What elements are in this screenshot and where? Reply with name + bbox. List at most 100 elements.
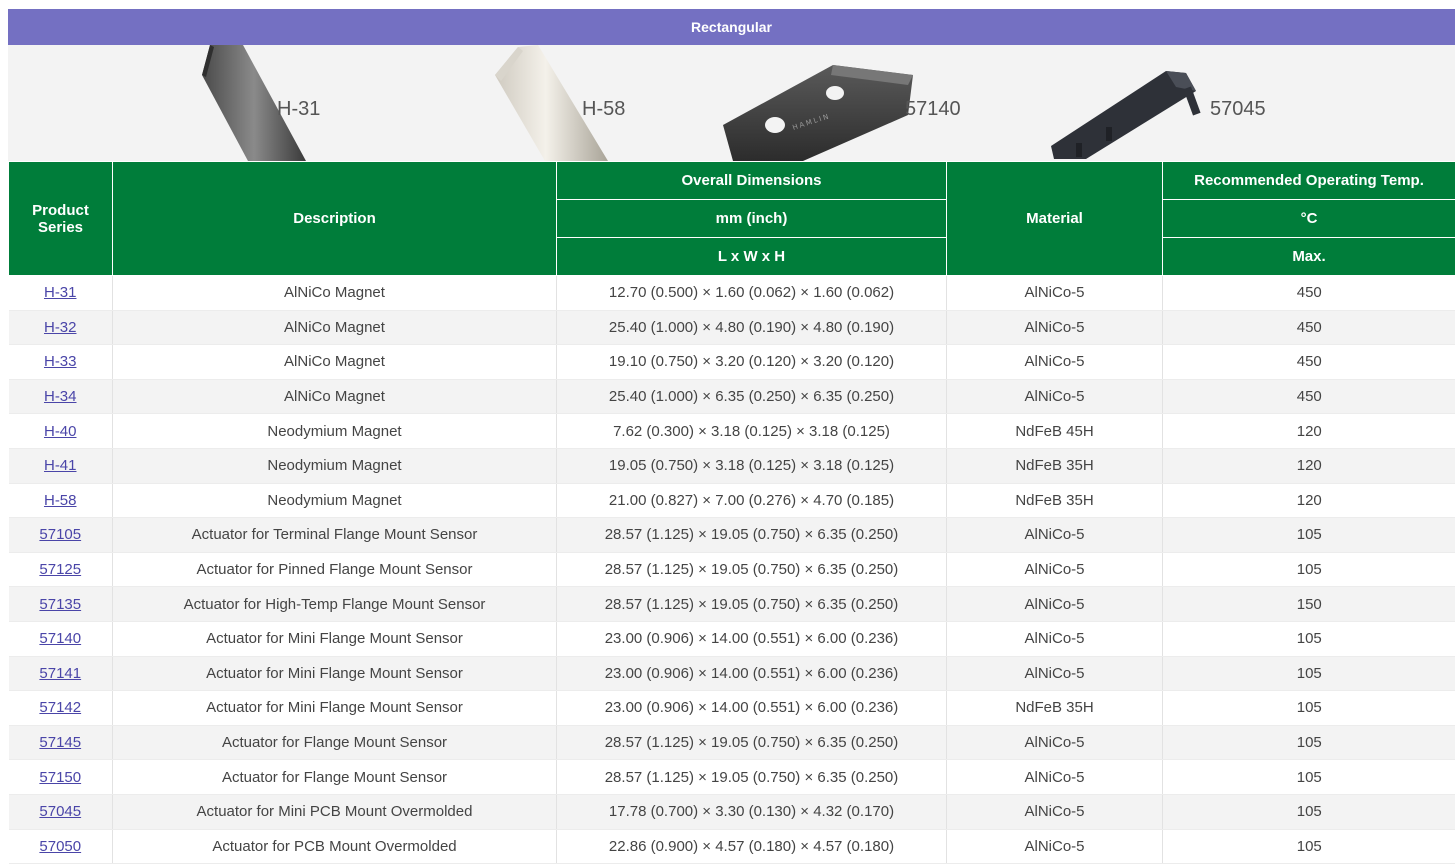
dimensions-cell: 17.78 (0.700) × 3.30 (0.130) × 4.32 (0.1…	[557, 794, 947, 829]
product-series-link[interactable]: 57145	[39, 734, 81, 751]
description-cell: AlNiCo Magnet	[113, 310, 557, 345]
material-cell: AlNiCo-5	[947, 379, 1163, 414]
table-header: Product Series Description Overall Dimen…	[9, 162, 1455, 276]
header-description: Description	[113, 162, 557, 276]
product-series-link[interactable]: 57045	[39, 803, 81, 820]
table-row: 57050 Actuator for PCB Mount Overmolded22…	[9, 829, 1455, 864]
header-operating-temp: Recommended Operating Temp.	[1163, 162, 1455, 200]
description-cell: Actuator for Mini Flange Mount Sensor	[113, 656, 557, 691]
product-table-section: Rectangular H-31 H-58	[8, 9, 1455, 864]
series-cell: 57135	[9, 587, 113, 622]
material-cell: AlNiCo-5	[947, 518, 1163, 553]
product-series-link[interactable]: 57050	[39, 838, 81, 855]
h58-image-label: H-58	[582, 98, 625, 121]
table-row: 57140 Actuator for Mini Flange Mount Sens…	[9, 621, 1455, 656]
dimensions-cell: 12.70 (0.500) × 1.60 (0.062) × 1.60 (0.0…	[557, 276, 947, 311]
product-series-link[interactable]: 57125	[39, 561, 81, 578]
dimensions-cell: 28.57 (1.125) × 19.05 (0.750) × 6.35 (0.…	[557, 725, 947, 760]
header-temp-unit: °C	[1163, 200, 1455, 238]
max-temp-cell: 105	[1163, 760, 1455, 795]
table-row: H-32 AlNiCo Magnet25.40 (1.000) × 4.80 (0…	[9, 310, 1455, 345]
table-row: 57141 Actuator for Mini Flange Mount Sens…	[9, 656, 1455, 691]
series-cell: 57141	[9, 656, 113, 691]
header-temp-max: Max.	[1163, 238, 1455, 276]
dimensions-cell: 28.57 (1.125) × 19.05 (0.750) × 6.35 (0.…	[557, 760, 947, 795]
product-series-link[interactable]: 57142	[39, 699, 81, 716]
description-cell: Actuator for High-Temp Flange Mount Sens…	[113, 587, 557, 622]
product-series-link[interactable]: H-58	[44, 492, 77, 509]
description-cell: Actuator for PCB Mount Overmolded	[113, 829, 557, 864]
table-row: 57105 Actuator for Terminal Flange Mount …	[9, 518, 1455, 553]
series-cell: 57045	[9, 794, 113, 829]
product-series-link[interactable]: H-40	[44, 423, 77, 440]
product-series-link[interactable]: 57150	[39, 769, 81, 786]
series-cell: 57125	[9, 552, 113, 587]
table-row: H-41Neodymium Magnet19.05 (0.750) × 3.18…	[9, 448, 1455, 483]
actuator-57140-image: HAMLIN	[713, 55, 913, 161]
dimensions-cell: 23.00 (0.906) × 14.00 (0.551) × 6.00 (0.…	[557, 691, 947, 726]
max-temp-cell: 105	[1163, 794, 1455, 829]
header-material: Material	[947, 162, 1163, 276]
product-series-link[interactable]: 57141	[39, 665, 81, 682]
description-cell: Actuator for Mini Flange Mount Sensor	[113, 691, 557, 726]
max-temp-cell: 120	[1163, 448, 1455, 483]
series-cell: H-41	[9, 448, 113, 483]
max-temp-cell: 450	[1163, 345, 1455, 380]
max-temp-cell: 450	[1163, 310, 1455, 345]
series-cell: H-32	[9, 310, 113, 345]
table-row: 57145 Actuator for Flange Mount Sensor28.…	[9, 725, 1455, 760]
table-row: H-58Neodymium Magnet21.00 (0.827) × 7.00…	[9, 483, 1455, 518]
description-cell: Actuator for Flange Mount Sensor	[113, 725, 557, 760]
description-cell: Neodymium Magnet	[113, 414, 557, 449]
description-cell: Actuator for Mini Flange Mount Sensor	[113, 621, 557, 656]
dimensions-cell: 28.57 (1.125) × 19.05 (0.750) × 6.35 (0.…	[557, 587, 947, 622]
header-product-series: Product Series	[9, 162, 113, 276]
dimensions-cell: 25.40 (1.000) × 6.35 (0.250) × 6.35 (0.2…	[557, 379, 947, 414]
description-cell: AlNiCo Magnet	[113, 276, 557, 311]
table-body: H-31AlNiCo Magnet12.70 (0.500) × 1.60 (0…	[9, 276, 1455, 864]
material-cell: AlNiCo-5	[947, 276, 1163, 311]
description-cell: Actuator for Terminal Flange Mount Senso…	[113, 518, 557, 553]
description-cell: AlNiCo Magnet	[113, 379, 557, 414]
material-cell: NdFeB 45H	[947, 414, 1163, 449]
series-cell: H-34	[9, 379, 113, 414]
product-series-link[interactable]: H-33	[44, 353, 77, 370]
header-dims-axes: L x W x H	[557, 238, 947, 276]
series-cell: H-40	[9, 414, 113, 449]
table-row: 57125Actuator for Pinned Flange Mount Se…	[9, 552, 1455, 587]
actuator-57045-image-label: 57045	[1210, 98, 1266, 121]
product-series-link[interactable]: H-41	[44, 457, 77, 474]
series-cell: 57145	[9, 725, 113, 760]
dimensions-cell: 25.40 (1.000) × 4.80 (0.190) × 4.80 (0.1…	[557, 310, 947, 345]
dimensions-cell: 22.86 (0.900) × 4.57 (0.180) × 4.57 (0.1…	[557, 829, 947, 864]
product-series-link[interactable]: 57140	[39, 630, 81, 647]
actuator-57140-image-label: 57140	[905, 98, 961, 121]
max-temp-cell: 120	[1163, 483, 1455, 518]
max-temp-cell: 105	[1163, 518, 1455, 553]
material-cell: AlNiCo-5	[947, 552, 1163, 587]
description-cell: Neodymium Magnet	[113, 483, 557, 518]
product-series-link[interactable]: H-34	[44, 388, 77, 405]
dimensions-cell: 19.10 (0.750) × 3.20 (0.120) × 3.20 (0.1…	[557, 345, 947, 380]
table-row: 57150Actuator for Flange Mount Sensor28.…	[9, 760, 1455, 795]
material-cell: AlNiCo-5	[947, 310, 1163, 345]
max-temp-cell: 105	[1163, 691, 1455, 726]
max-temp-cell: 105	[1163, 725, 1455, 760]
series-cell: H-31	[9, 276, 113, 311]
dimensions-cell: 28.57 (1.125) × 19.05 (0.750) × 6.35 (0.…	[557, 518, 947, 553]
section-title: Rectangular	[691, 19, 772, 35]
product-series-link[interactable]: 57135	[39, 596, 81, 613]
actuator-57045-image	[1046, 51, 1216, 161]
product-series-link[interactable]: H-32	[44, 319, 77, 336]
table-row: H-33AlNiCo Magnet19.10 (0.750) × 3.20 (0…	[9, 345, 1455, 380]
product-series-link[interactable]: H-31	[44, 284, 77, 301]
max-temp-cell: 105	[1163, 621, 1455, 656]
dimensions-cell: 19.05 (0.750) × 3.18 (0.125) × 3.18 (0.1…	[557, 448, 947, 483]
specifications-table: Product Series Description Overall Dimen…	[8, 161, 1455, 864]
series-cell: H-33	[9, 345, 113, 380]
material-cell: AlNiCo-5	[947, 794, 1163, 829]
material-cell: AlNiCo-5	[947, 829, 1163, 864]
header-overall-dimensions: Overall Dimensions	[557, 162, 947, 200]
series-cell: 57105	[9, 518, 113, 553]
product-series-link[interactable]: 57105	[39, 526, 81, 543]
